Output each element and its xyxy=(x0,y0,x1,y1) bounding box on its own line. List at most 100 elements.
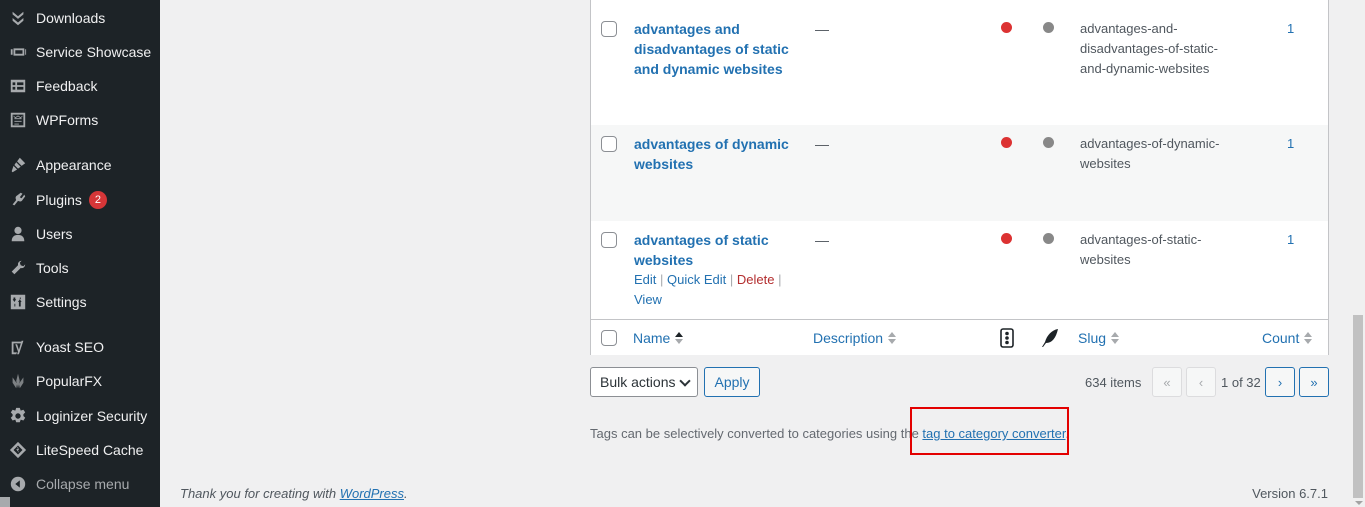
footer-version: Version 6.7.1 xyxy=(1252,486,1328,501)
row-checkbox[interactable] xyxy=(601,136,617,152)
column-header-label: Count xyxy=(1262,330,1300,346)
tag-to-category-converter-link[interactable]: tag to category converter xyxy=(922,426,1065,441)
quick-edit-link[interactable]: Quick Edit xyxy=(667,272,726,287)
service-showcase-icon xyxy=(0,43,36,61)
last-page-button[interactable]: » xyxy=(1299,367,1329,397)
row-checkbox[interactable] xyxy=(601,232,617,248)
row-checkbox[interactable] xyxy=(601,21,617,37)
column-header-label: Slug xyxy=(1078,330,1107,346)
readability-score-indicator xyxy=(1043,22,1054,33)
sidebar-item-popularfx[interactable]: PopularFX xyxy=(0,364,160,398)
wpforms-icon xyxy=(0,111,36,129)
sort-indicator-icon xyxy=(675,332,684,344)
collapse-menu-button[interactable]: Collapse menu xyxy=(0,467,160,501)
sidebar-item-loginizer-security[interactable]: Loginizer Security xyxy=(0,399,160,433)
view-link[interactable]: View xyxy=(634,292,662,307)
bulk-actions-select[interactable]: Bulk actions xyxy=(590,367,698,397)
column-header-description[interactable]: Description xyxy=(813,330,897,346)
table-row: advantages of dynamic websites — advanta… xyxy=(591,125,1328,221)
sort-indicator-icon xyxy=(1304,332,1313,344)
column-header-count[interactable]: Count xyxy=(1262,330,1313,346)
feedback-icon xyxy=(0,77,36,95)
tag-slug: advantages-of-static-websites xyxy=(1080,232,1202,267)
sidebar-item-label: Feedback xyxy=(36,78,98,94)
column-header-slug[interactable]: Slug xyxy=(1078,330,1120,346)
sidebar-item-label: Yoast SEO xyxy=(36,339,104,355)
table-row: advantages of static websites — advantag… xyxy=(591,221,1328,319)
tag-description: — xyxy=(815,232,829,248)
wrench-icon xyxy=(0,259,36,277)
sidebar-item-wpforms[interactable]: WPForms xyxy=(0,103,160,137)
delete-link[interactable]: Delete xyxy=(737,272,775,287)
sidebar-item-label: WPForms xyxy=(36,112,99,128)
items-count: 634 items xyxy=(1085,375,1142,390)
collapse-menu-label: Collapse menu xyxy=(36,476,130,492)
tag-name-link[interactable]: advantages of dynamic websites xyxy=(634,134,794,174)
sidebar-item-tools[interactable]: Tools xyxy=(0,251,160,285)
sidebar-scroll-indicator xyxy=(0,497,10,507)
sidebar-item-appearance[interactable]: Appearance xyxy=(0,148,160,182)
wordpress-link[interactable]: WordPress xyxy=(340,486,404,501)
sidebar-item-litespeed-cache[interactable]: LiteSpeed Cache xyxy=(0,433,160,467)
footer-thankyou: Thank you for creating with WordPress. xyxy=(180,486,408,501)
readability-score-indicator xyxy=(1043,137,1054,148)
readability-score-indicator xyxy=(1043,233,1054,244)
footer-thanks-text: Thank you for creating with xyxy=(180,486,340,501)
next-page-button[interactable]: › xyxy=(1265,367,1295,397)
gear-icon xyxy=(0,407,36,425)
sidebar-item-downloads[interactable]: Downloads xyxy=(0,1,160,35)
litespeed-icon xyxy=(0,441,36,459)
sidebar-item-settings[interactable]: Settings xyxy=(0,285,160,319)
tag-description: — xyxy=(815,136,829,152)
prev-page-button: ‹ xyxy=(1186,367,1216,397)
page-scrollbar[interactable] xyxy=(1350,0,1365,507)
users-icon xyxy=(0,225,36,243)
apply-button[interactable]: Apply xyxy=(704,367,760,397)
scrollbar-thumb[interactable] xyxy=(1353,315,1363,498)
select-all-checkbox[interactable] xyxy=(601,330,617,346)
sidebar-item-service-showcase[interactable]: Service Showcase xyxy=(0,35,160,69)
bulk-actions-value: Bulk actions xyxy=(600,374,676,390)
yoast-icon xyxy=(0,338,36,356)
converter-note-suffix: . xyxy=(1065,426,1070,441)
sidebar-item-label: Settings xyxy=(36,294,87,310)
tag-slug: advantages-of-dynamic-websites xyxy=(1080,136,1220,171)
sidebar-item-label: Downloads xyxy=(36,10,106,26)
sidebar-item-label: LiteSpeed Cache xyxy=(36,442,144,458)
sidebar-item-label: Tools xyxy=(36,260,69,276)
sidebar-item-users[interactable]: Users xyxy=(0,217,160,251)
seo-score-indicator xyxy=(1001,22,1012,33)
tag-description: — xyxy=(815,21,829,37)
page-indicator: 1 of 32 xyxy=(1221,375,1261,390)
tag-name-link[interactable]: advantages of static websites xyxy=(634,230,794,270)
scroll-down-arrow-icon[interactable] xyxy=(1355,501,1363,505)
table-footer-header: Name Description Slug Count xyxy=(591,319,1328,355)
chevron-down-icon xyxy=(679,375,691,387)
sidebar-item-feedback[interactable]: Feedback xyxy=(0,69,160,103)
tag-slug: advantages-and-disadvantages-of-static-a… xyxy=(1080,21,1219,76)
popularfx-icon xyxy=(0,372,36,390)
tags-table: advantages and disadvantages of static a… xyxy=(590,0,1329,355)
tag-name-link[interactable]: advantages and disadvantages of static a… xyxy=(634,19,794,79)
tag-count-link[interactable]: 1 xyxy=(1287,136,1294,151)
sidebar-item-yoast-seo[interactable]: Yoast SEO xyxy=(0,330,160,364)
column-header-name[interactable]: Name xyxy=(633,330,684,346)
plugin-icon xyxy=(0,191,36,209)
downloads-icon xyxy=(0,9,36,27)
sidebar-item-label: PopularFX xyxy=(36,373,103,389)
edit-link[interactable]: Edit xyxy=(634,272,656,287)
sidebar-item-plugins[interactable]: Plugins 2 xyxy=(0,183,160,217)
sidebar-item-label: Plugins xyxy=(36,192,82,208)
converter-note-text: Tags can be selectively converted to cat… xyxy=(590,426,923,441)
sidebar-item-label: Appearance xyxy=(36,157,112,173)
sidebar-item-label: Loginizer Security xyxy=(36,408,148,424)
readability-column-icon xyxy=(1041,328,1059,351)
tag-converter-note: Tags can be selectively converted to cat… xyxy=(590,426,1069,441)
settings-sliders-icon xyxy=(0,293,36,311)
tag-count-link[interactable]: 1 xyxy=(1287,21,1294,36)
sort-indicator-icon xyxy=(1111,332,1120,344)
seo-score-indicator xyxy=(1001,233,1012,244)
footer-thanks-suffix: . xyxy=(404,486,408,501)
column-header-label: Description xyxy=(813,330,884,346)
tag-count-link[interactable]: 1 xyxy=(1287,232,1294,247)
